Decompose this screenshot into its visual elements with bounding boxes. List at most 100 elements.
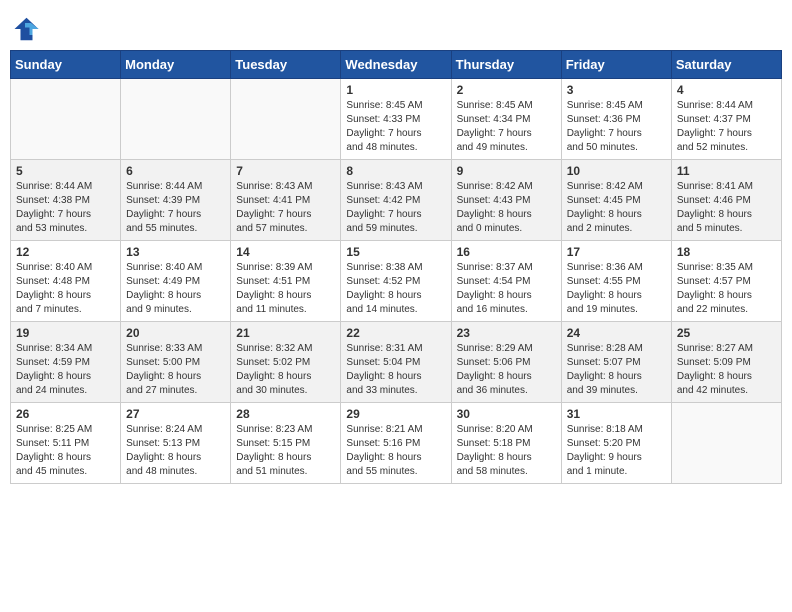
calendar-cell: 28 Sunrise: 8:23 AM Sunset: 5:15 PM Dayli…: [231, 403, 341, 484]
calendar-cell: 9Sunrise: 8:42 AM Sunset: 4:43 PM Daylig…: [451, 160, 561, 241]
column-header-thursday: Thursday: [451, 51, 561, 79]
day-number: 26: [16, 407, 115, 421]
calendar-cell: 6 Sunrise: 8:44 AM Sunset: 4:39 PM Daylig…: [121, 160, 231, 241]
day-number: 17: [567, 245, 666, 259]
day-info: Sunrise: 8:45 AM Sunset: 4:33 PM Dayligh…: [346, 99, 445, 155]
calendar-cell: 11 Sunrise: 8:41 AM Sunset: 4:46 PM Dayli…: [671, 160, 781, 241]
day-info: Sunrise: 8:36 AM Sunset: 4:55 PM Dayligh…: [567, 261, 666, 317]
day-number: 20: [126, 326, 225, 340]
day-number: 28: [236, 407, 335, 421]
calendar-cell: 19 Sunrise: 8:34 AM Sunset: 4:59 PM Dayli…: [11, 322, 121, 403]
calendar-cell: 12 Sunrise: 8:40 AM Sunset: 4:48 PM Dayli…: [11, 241, 121, 322]
calendar-cell: 5 Sunrise: 8:44 AM Sunset: 4:38 PM Daylig…: [11, 160, 121, 241]
calendar-cell: 16 Sunrise: 8:37 AM Sunset: 4:54 PM Dayli…: [451, 241, 561, 322]
day-info: Sunrise: 8:43 AM Sunset: 4:41 PM Dayligh…: [236, 180, 335, 236]
calendar-header-row: SundayMondayTuesdayWednesdayThursdayFrid…: [11, 51, 782, 79]
day-info: Sunrise: 8:32 AM Sunset: 5:02 PM Dayligh…: [236, 342, 335, 398]
calendar-cell: 8 Sunrise: 8:43 AM Sunset: 4:42 PM Daylig…: [341, 160, 451, 241]
day-number: 15: [346, 245, 445, 259]
day-number: 7: [236, 164, 335, 178]
day-number: 5: [16, 164, 115, 178]
column-header-tuesday: Tuesday: [231, 51, 341, 79]
day-info: Sunrise: 8:42 AM Sunset: 4:43 PM Dayligh…: [457, 180, 556, 236]
calendar-cell: 21Sunrise: 8:32 AM Sunset: 5:02 PM Dayli…: [231, 322, 341, 403]
day-info: Sunrise: 8:44 AM Sunset: 4:37 PM Dayligh…: [677, 99, 776, 155]
calendar-cell: [231, 79, 341, 160]
day-number: 2: [457, 83, 556, 97]
day-number: 12: [16, 245, 115, 259]
column-header-monday: Monday: [121, 51, 231, 79]
day-info: Sunrise: 8:28 AM Sunset: 5:07 PM Dayligh…: [567, 342, 666, 398]
day-number: 1: [346, 83, 445, 97]
day-info: Sunrise: 8:34 AM Sunset: 4:59 PM Dayligh…: [16, 342, 115, 398]
day-number: 30: [457, 407, 556, 421]
calendar-cell: 24 Sunrise: 8:28 AM Sunset: 5:07 PM Dayli…: [561, 322, 671, 403]
day-number: 27: [126, 407, 225, 421]
calendar-week-5: 26 Sunrise: 8:25 AM Sunset: 5:11 PM Dayli…: [11, 403, 782, 484]
day-info: Sunrise: 8:38 AM Sunset: 4:52 PM Dayligh…: [346, 261, 445, 317]
day-number: 31: [567, 407, 666, 421]
calendar-cell: 25 Sunrise: 8:27 AM Sunset: 5:09 PM Dayli…: [671, 322, 781, 403]
logo-icon: [10, 14, 40, 44]
calendar-cell: 10Sunrise: 8:42 AM Sunset: 4:45 PM Dayli…: [561, 160, 671, 241]
calendar-cell: [671, 403, 781, 484]
day-info: Sunrise: 8:25 AM Sunset: 5:11 PM Dayligh…: [16, 423, 115, 479]
day-number: 3: [567, 83, 666, 97]
day-info: Sunrise: 8:43 AM Sunset: 4:42 PM Dayligh…: [346, 180, 445, 236]
day-info: Sunrise: 8:35 AM Sunset: 4:57 PM Dayligh…: [677, 261, 776, 317]
day-number: 16: [457, 245, 556, 259]
day-info: Sunrise: 8:27 AM Sunset: 5:09 PM Dayligh…: [677, 342, 776, 398]
calendar-cell: 17 Sunrise: 8:36 AM Sunset: 4:55 PM Dayli…: [561, 241, 671, 322]
calendar-week-1: 1 Sunrise: 8:45 AM Sunset: 4:33 PM Daylig…: [11, 79, 782, 160]
day-info: Sunrise: 8:29 AM Sunset: 5:06 PM Dayligh…: [457, 342, 556, 398]
day-number: 4: [677, 83, 776, 97]
calendar-cell: 22 Sunrise: 8:31 AM Sunset: 5:04 PM Dayli…: [341, 322, 451, 403]
day-number: 29: [346, 407, 445, 421]
day-info: Sunrise: 8:24 AM Sunset: 5:13 PM Dayligh…: [126, 423, 225, 479]
calendar-cell: 26 Sunrise: 8:25 AM Sunset: 5:11 PM Dayli…: [11, 403, 121, 484]
day-info: Sunrise: 8:31 AM Sunset: 5:04 PM Dayligh…: [346, 342, 445, 398]
day-info: Sunrise: 8:39 AM Sunset: 4:51 PM Dayligh…: [236, 261, 335, 317]
calendar-cell: 31 Sunrise: 8:18 AM Sunset: 5:20 PM Dayli…: [561, 403, 671, 484]
day-number: 22: [346, 326, 445, 340]
day-info: Sunrise: 8:23 AM Sunset: 5:15 PM Dayligh…: [236, 423, 335, 479]
day-number: 10: [567, 164, 666, 178]
logo: [10, 14, 44, 44]
calendar-week-4: 19 Sunrise: 8:34 AM Sunset: 4:59 PM Dayli…: [11, 322, 782, 403]
day-number: 14: [236, 245, 335, 259]
day-number: 19: [16, 326, 115, 340]
day-info: Sunrise: 8:45 AM Sunset: 4:34 PM Dayligh…: [457, 99, 556, 155]
page-header: [10, 10, 782, 44]
calendar-cell: 30Sunrise: 8:20 AM Sunset: 5:18 PM Dayli…: [451, 403, 561, 484]
calendar-cell: 29 Sunrise: 8:21 AM Sunset: 5:16 PM Dayli…: [341, 403, 451, 484]
day-info: Sunrise: 8:37 AM Sunset: 4:54 PM Dayligh…: [457, 261, 556, 317]
day-info: Sunrise: 8:40 AM Sunset: 4:48 PM Dayligh…: [16, 261, 115, 317]
calendar-cell: 4 Sunrise: 8:44 AM Sunset: 4:37 PM Daylig…: [671, 79, 781, 160]
day-info: Sunrise: 8:41 AM Sunset: 4:46 PM Dayligh…: [677, 180, 776, 236]
calendar-cell: 23 Sunrise: 8:29 AM Sunset: 5:06 PM Dayli…: [451, 322, 561, 403]
day-info: Sunrise: 8:33 AM Sunset: 5:00 PM Dayligh…: [126, 342, 225, 398]
day-info: Sunrise: 8:44 AM Sunset: 4:38 PM Dayligh…: [16, 180, 115, 236]
day-number: 8: [346, 164, 445, 178]
calendar-cell: 7 Sunrise: 8:43 AM Sunset: 4:41 PM Daylig…: [231, 160, 341, 241]
day-number: 23: [457, 326, 556, 340]
day-number: 18: [677, 245, 776, 259]
calendar-cell: [121, 79, 231, 160]
calendar-cell: 20 Sunrise: 8:33 AM Sunset: 5:00 PM Dayli…: [121, 322, 231, 403]
calendar-cell: 18 Sunrise: 8:35 AM Sunset: 4:57 PM Dayli…: [671, 241, 781, 322]
day-info: Sunrise: 8:21 AM Sunset: 5:16 PM Dayligh…: [346, 423, 445, 479]
day-info: Sunrise: 8:44 AM Sunset: 4:39 PM Dayligh…: [126, 180, 225, 236]
day-info: Sunrise: 8:40 AM Sunset: 4:49 PM Dayligh…: [126, 261, 225, 317]
day-number: 13: [126, 245, 225, 259]
calendar-cell: 13 Sunrise: 8:40 AM Sunset: 4:49 PM Dayli…: [121, 241, 231, 322]
calendar-cell: 27 Sunrise: 8:24 AM Sunset: 5:13 PM Dayli…: [121, 403, 231, 484]
day-info: Sunrise: 8:18 AM Sunset: 5:20 PM Dayligh…: [567, 423, 666, 479]
calendar-cell: 14 Sunrise: 8:39 AM Sunset: 4:51 PM Dayli…: [231, 241, 341, 322]
column-header-saturday: Saturday: [671, 51, 781, 79]
day-number: 11: [677, 164, 776, 178]
calendar-week-2: 5 Sunrise: 8:44 AM Sunset: 4:38 PM Daylig…: [11, 160, 782, 241]
day-number: 25: [677, 326, 776, 340]
day-number: 6: [126, 164, 225, 178]
column-header-sunday: Sunday: [11, 51, 121, 79]
day-number: 24: [567, 326, 666, 340]
